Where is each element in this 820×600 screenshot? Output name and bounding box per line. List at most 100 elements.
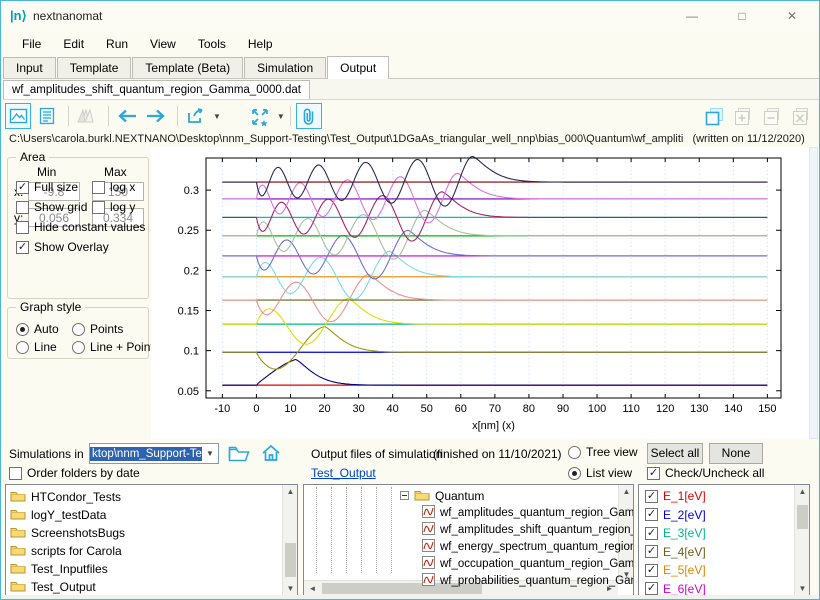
graph-style-radio-line[interactable]: Line <box>16 340 57 354</box>
legend-checkbox[interactable]: ✓ <box>645 490 658 503</box>
menu-item-view[interactable]: View <box>139 34 187 54</box>
checkbox[interactable] <box>16 201 29 214</box>
tree-file-item[interactable]: wf_energy_spectrum_quantum_region_Gamm <box>422 539 634 555</box>
check-uncheck-row[interactable]: ✓ Check/Uncheck all <box>647 466 764 480</box>
close-button[interactable]: ✕ <box>777 5 807 27</box>
scrollbar-thumb[interactable] <box>797 505 808 529</box>
plot-panel[interactable]: -100102030405060708090100110120130140150… <box>151 147 809 439</box>
checkbox[interactable]: ✓ <box>16 241 29 254</box>
tab-template[interactable]: Template <box>57 57 132 78</box>
checkbox[interactable] <box>92 181 105 194</box>
text-report-icon[interactable] <box>34 103 60 129</box>
legend-item[interactable]: ✓E_4[eV] <box>645 545 706 559</box>
radio-button[interactable] <box>16 323 29 336</box>
attachment-icon[interactable] <box>296 103 322 129</box>
plot-svg[interactable]: -100102030405060708090100110120130140150… <box>151 147 809 439</box>
home-icon[interactable] <box>259 442 283 464</box>
area-checkbox-log-x[interactable]: log x <box>92 180 135 194</box>
combobox-dropdown-icon[interactable]: ▼ <box>202 449 218 458</box>
back-arrow-icon[interactable] <box>114 103 140 129</box>
legend-item[interactable]: ✓E_3[eV] <box>645 526 706 540</box>
scroll-left-icon[interactable]: ◄ <box>305 584 320 593</box>
area-checkbox-hide-constant-values[interactable]: Hide constant values <box>16 220 145 234</box>
tree-file-item[interactable]: wf_probabilities_quantum_region_Gamma_00 <box>422 573 634 589</box>
graph-style-radio-points[interactable]: Points <box>72 322 123 336</box>
folder-list-item[interactable]: ScreenshotsBugs <box>10 525 125 541</box>
tree-view-radio[interactable] <box>568 446 581 459</box>
simulation-folders-list[interactable]: ▲ ▼ HTCondor_Tests logY_testData Screensho… <box>5 484 298 596</box>
radio-button[interactable] <box>72 341 85 354</box>
tab-template-beta-[interactable]: Template (Beta) <box>132 57 243 78</box>
check-uncheck-checkbox[interactable]: ✓ <box>647 467 660 480</box>
tree-view-radio-row[interactable]: Tree view <box>568 445 638 459</box>
legend-item[interactable]: ✓E_6[eV] <box>645 582 706 596</box>
legend-checkbox[interactable]: ✓ <box>645 545 658 558</box>
legend-checkbox[interactable]: ✓ <box>645 564 658 577</box>
legend-item[interactable]: ✓E_1[eV] <box>645 489 706 503</box>
fit-dropdown-caret[interactable]: ▼ <box>277 112 285 121</box>
menu-item-file[interactable]: File <box>11 34 52 54</box>
legend-item[interactable]: ✓E_5[eV] <box>645 563 706 577</box>
legend-item[interactable]: ✓E_2[eV] <box>645 508 706 522</box>
radio-button[interactable] <box>16 341 29 354</box>
radio-button[interactable] <box>72 323 85 336</box>
minimize-button[interactable]: — <box>677 5 707 27</box>
tree-collapse-icon[interactable] <box>400 489 409 503</box>
list-view-radio[interactable] <box>568 467 581 480</box>
area-checkbox-show-overlay[interactable]: ✓Show Overlay <box>16 240 109 254</box>
test-output-link[interactable]: Test_Output <box>311 466 376 480</box>
tree-file-item[interactable]: wf_amplitudes_shift_quantum_region_Gamma <box>422 522 634 538</box>
plot-vertical-scrollbar[interactable] <box>809 147 818 439</box>
folder-list-item[interactable]: Test_Inputfiles <box>10 561 108 577</box>
checkbox[interactable] <box>92 201 105 214</box>
area-checkbox-full-size[interactable]: ✓Full size <box>16 180 78 194</box>
output-files-tree[interactable]: ▲ ▼ ◄ ► Quantumwf_amplitudes_quantum_reg… <box>303 484 634 596</box>
tree-file-item[interactable]: wf_amplitudes_quantum_region_Gamma_000 <box>422 505 634 521</box>
order-folders-checkbox[interactable] <box>9 467 22 480</box>
browse-folder-icon[interactable] <box>227 442 251 464</box>
folder-list-item[interactable]: scripts for Carola <box>10 543 122 559</box>
scroll-down-icon[interactable]: ▼ <box>795 584 810 593</box>
menu-item-tools[interactable]: Tools <box>187 34 237 54</box>
export-icon[interactable] <box>183 103 209 129</box>
folder-list-item[interactable]: HTCondor_Tests <box>10 489 121 505</box>
menu-item-run[interactable]: Run <box>95 34 139 54</box>
fit-zoom-icon[interactable] <box>247 103 273 129</box>
forward-arrow-icon[interactable] <box>143 103 169 129</box>
plot-view-icon[interactable] <box>5 103 31 129</box>
graph-style-radio-line-points[interactable]: Line + Points <box>72 340 160 354</box>
simulations-folder-combobox[interactable]: ktop\nnm_Support-Testing ▼ <box>89 443 219 464</box>
folder-list-item[interactable]: Test_Output <box>10 579 96 595</box>
tree-node-quantum[interactable]: Quantum <box>400 488 484 504</box>
order-folders-checkbox-row[interactable]: Order folders by date <box>9 466 140 480</box>
scrollbar-thumb[interactable] <box>285 543 296 577</box>
tab-output[interactable]: Output <box>327 56 389 79</box>
legend-checkbox[interactable]: ✓ <box>645 582 658 595</box>
select-all-button[interactable]: Select all <box>647 443 703 464</box>
tab-output-file[interactable]: wf_amplitudes_shift_quantum_region_Gamma… <box>3 80 310 99</box>
folder-list-item[interactable]: logY_testData <box>10 507 106 523</box>
graph-style-radio-auto[interactable]: Auto <box>16 322 59 336</box>
legend-checkbox[interactable]: ✓ <box>645 527 658 540</box>
menu-item-edit[interactable]: Edit <box>52 34 95 54</box>
scroll-down-icon[interactable]: ▼ <box>283 584 298 593</box>
menu-item-help[interactable]: Help <box>237 34 284 54</box>
tab-simulation[interactable]: Simulation <box>244 57 326 78</box>
new-window-icon[interactable] <box>701 103 727 129</box>
scroll-up-icon[interactable]: ▲ <box>283 487 298 496</box>
area-checkbox-show-grid[interactable]: Show grid <box>16 200 87 214</box>
legend-vertical-scrollbar[interactable]: ▲ ▼ <box>794 485 809 595</box>
scroll-up-icon[interactable]: ▲ <box>619 487 634 496</box>
legend-checkbox[interactable]: ✓ <box>645 508 658 521</box>
dataset-legend-list[interactable]: ▲ ▼ ✓E_1[eV] ✓E_2[eV] ✓E_3[eV] ✓E_4[eV] ✓E_5… <box>638 484 810 596</box>
list-view-radio-row[interactable]: List view <box>568 466 632 480</box>
checkbox[interactable] <box>16 221 29 234</box>
none-button[interactable]: None <box>709 443 763 464</box>
scroll-up-icon[interactable]: ▲ <box>795 487 810 496</box>
tab-input[interactable]: Input <box>3 57 56 78</box>
tree-file-item[interactable]: wf_occupation_quantum_region_Gamma.dat <box>422 556 634 572</box>
checkbox[interactable]: ✓ <box>16 181 29 194</box>
export-dropdown-caret[interactable]: ▼ <box>213 112 221 121</box>
maximize-button[interactable]: □ <box>727 5 757 27</box>
area-checkbox-log-y[interactable]: log y <box>92 200 135 214</box>
